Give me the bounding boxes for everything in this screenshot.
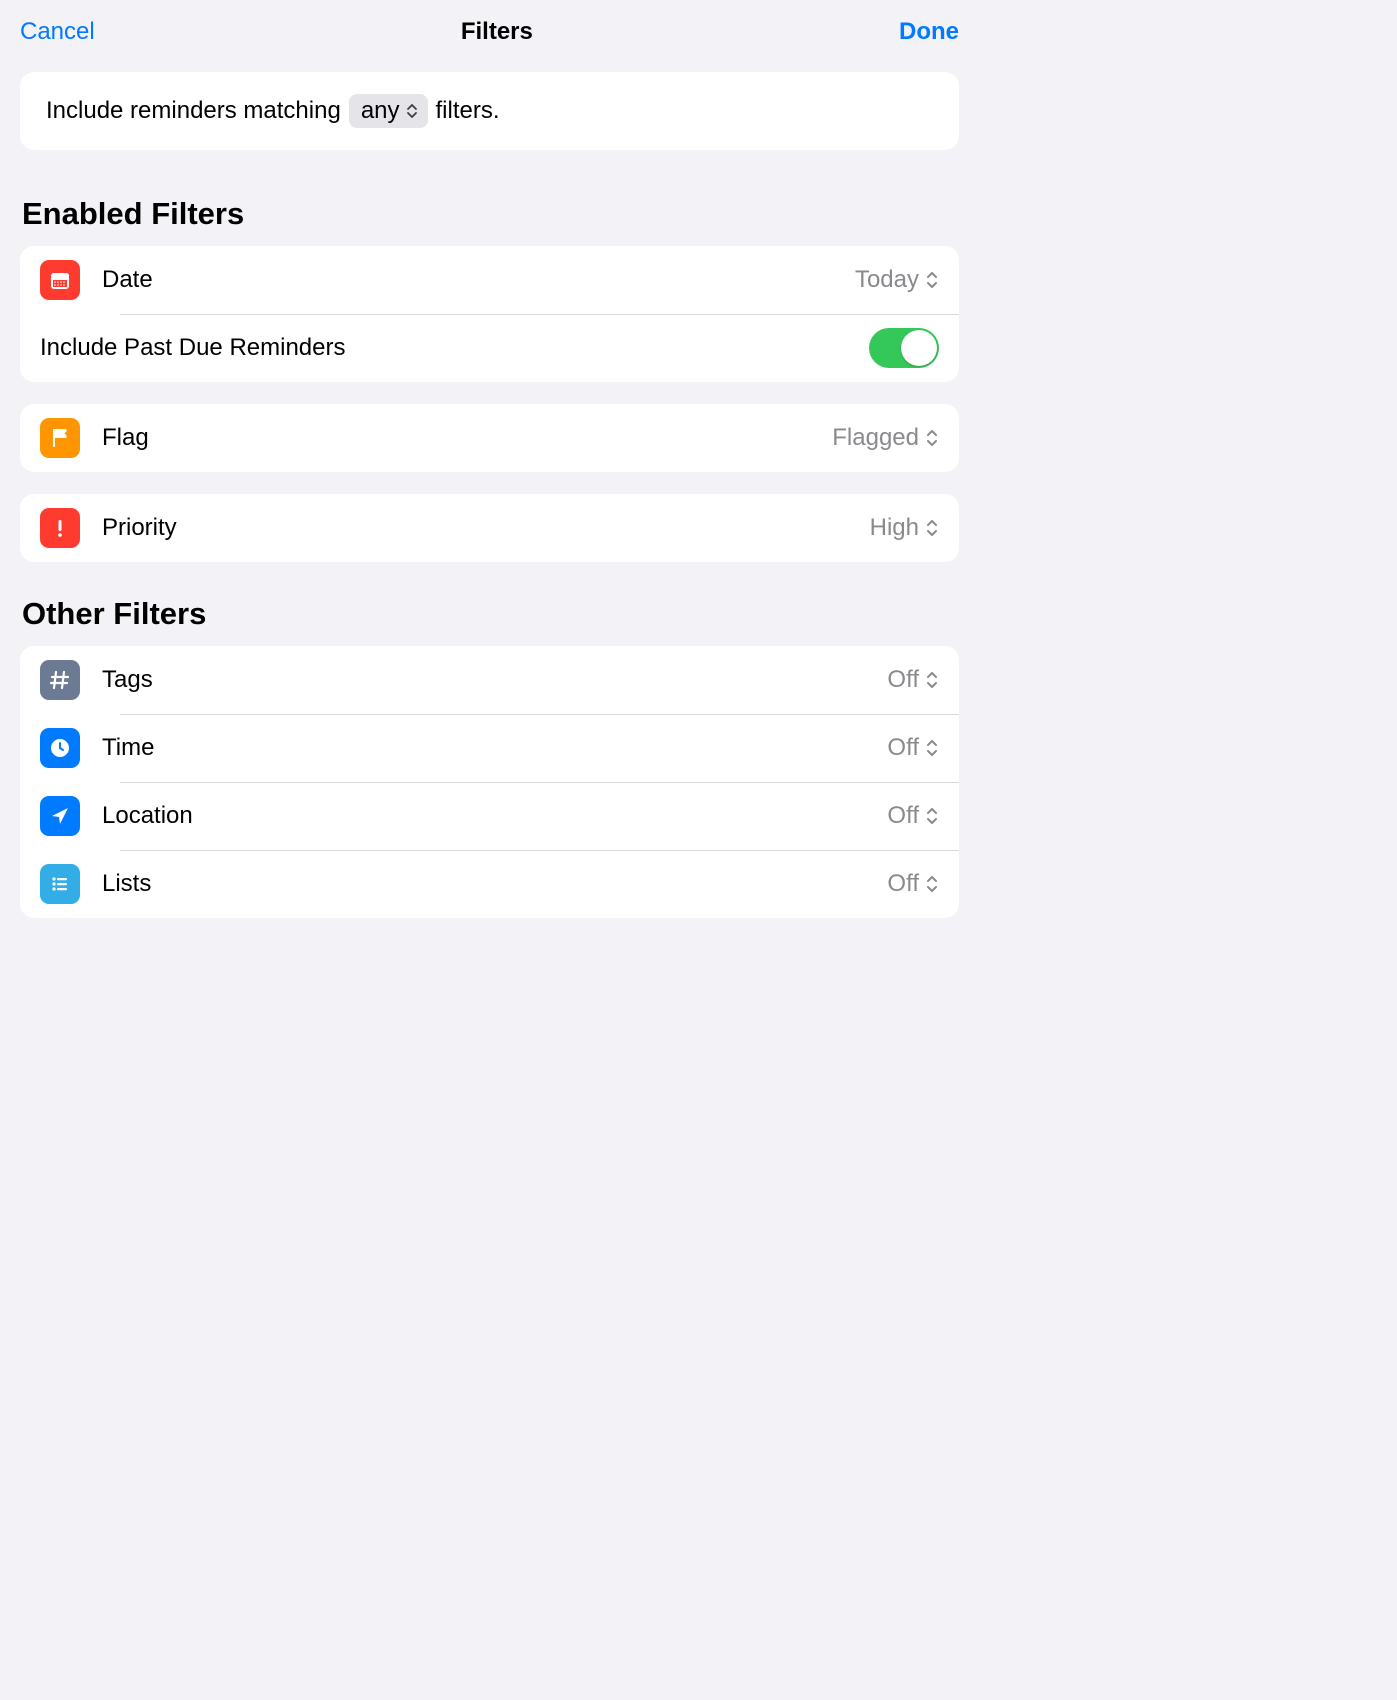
past-due-label: Include Past Due Reminders [40, 334, 869, 362]
date-value: Today [855, 266, 919, 294]
tags-row[interactable]: Tags Off [20, 646, 959, 714]
list-icon [40, 864, 80, 904]
tags-label: Tags [102, 666, 887, 694]
hash-icon [40, 660, 80, 700]
calendar-icon [40, 260, 80, 300]
time-label: Time [102, 734, 887, 762]
chevron-up-down-icon [925, 670, 939, 690]
location-label: Location [102, 802, 887, 830]
chevron-up-down-icon [925, 874, 939, 894]
exclamation-icon [40, 508, 80, 548]
date-row[interactable]: Date Today [20, 246, 959, 314]
match-prefix: Include reminders matching [46, 97, 341, 125]
chevron-up-down-icon [406, 103, 418, 119]
location-value: Off [887, 802, 919, 830]
flag-row[interactable]: Flag Flagged [20, 404, 959, 472]
location-row[interactable]: Location Off [20, 782, 959, 850]
past-due-toggle[interactable] [869, 328, 939, 368]
header: Cancel Filters Done [0, 0, 979, 58]
lists-label: Lists [102, 870, 887, 898]
location-arrow-icon [40, 796, 80, 836]
match-card: Include reminders matching any filters. [20, 72, 959, 150]
flag-icon [40, 418, 80, 458]
enabled-filters-title: Enabled Filters [22, 196, 959, 232]
toggle-knob [901, 330, 937, 366]
chevron-up-down-icon [925, 518, 939, 538]
lists-row[interactable]: Lists Off [20, 850, 959, 918]
cancel-button[interactable]: Cancel [20, 18, 95, 46]
done-button[interactable]: Done [899, 18, 959, 46]
clock-icon [40, 728, 80, 768]
flag-value: Flagged [832, 424, 919, 452]
other-filters-title: Other Filters [22, 596, 959, 632]
match-mode-selector[interactable]: any [349, 94, 428, 128]
tags-value: Off [887, 666, 919, 694]
past-due-row: Include Past Due Reminders [20, 314, 959, 382]
priority-card: Priority High [20, 494, 959, 562]
chevron-up-down-icon [925, 270, 939, 290]
chevron-up-down-icon [925, 806, 939, 826]
lists-value: Off [887, 870, 919, 898]
date-card: Date Today Include Past Due Reminders [20, 246, 959, 382]
match-mode-value: any [361, 97, 400, 125]
other-filters-card: Tags Off Time Off Location Off [20, 646, 959, 918]
priority-row[interactable]: Priority High [20, 494, 959, 562]
flag-card: Flag Flagged [20, 404, 959, 472]
date-label: Date [102, 266, 855, 294]
priority-label: Priority [102, 514, 870, 542]
flag-label: Flag [102, 424, 832, 452]
time-row[interactable]: Time Off [20, 714, 959, 782]
priority-value: High [870, 514, 919, 542]
time-value: Off [887, 734, 919, 762]
chevron-up-down-icon [925, 428, 939, 448]
chevron-up-down-icon [925, 738, 939, 758]
page-title: Filters [95, 18, 899, 46]
match-suffix: filters. [436, 97, 500, 125]
